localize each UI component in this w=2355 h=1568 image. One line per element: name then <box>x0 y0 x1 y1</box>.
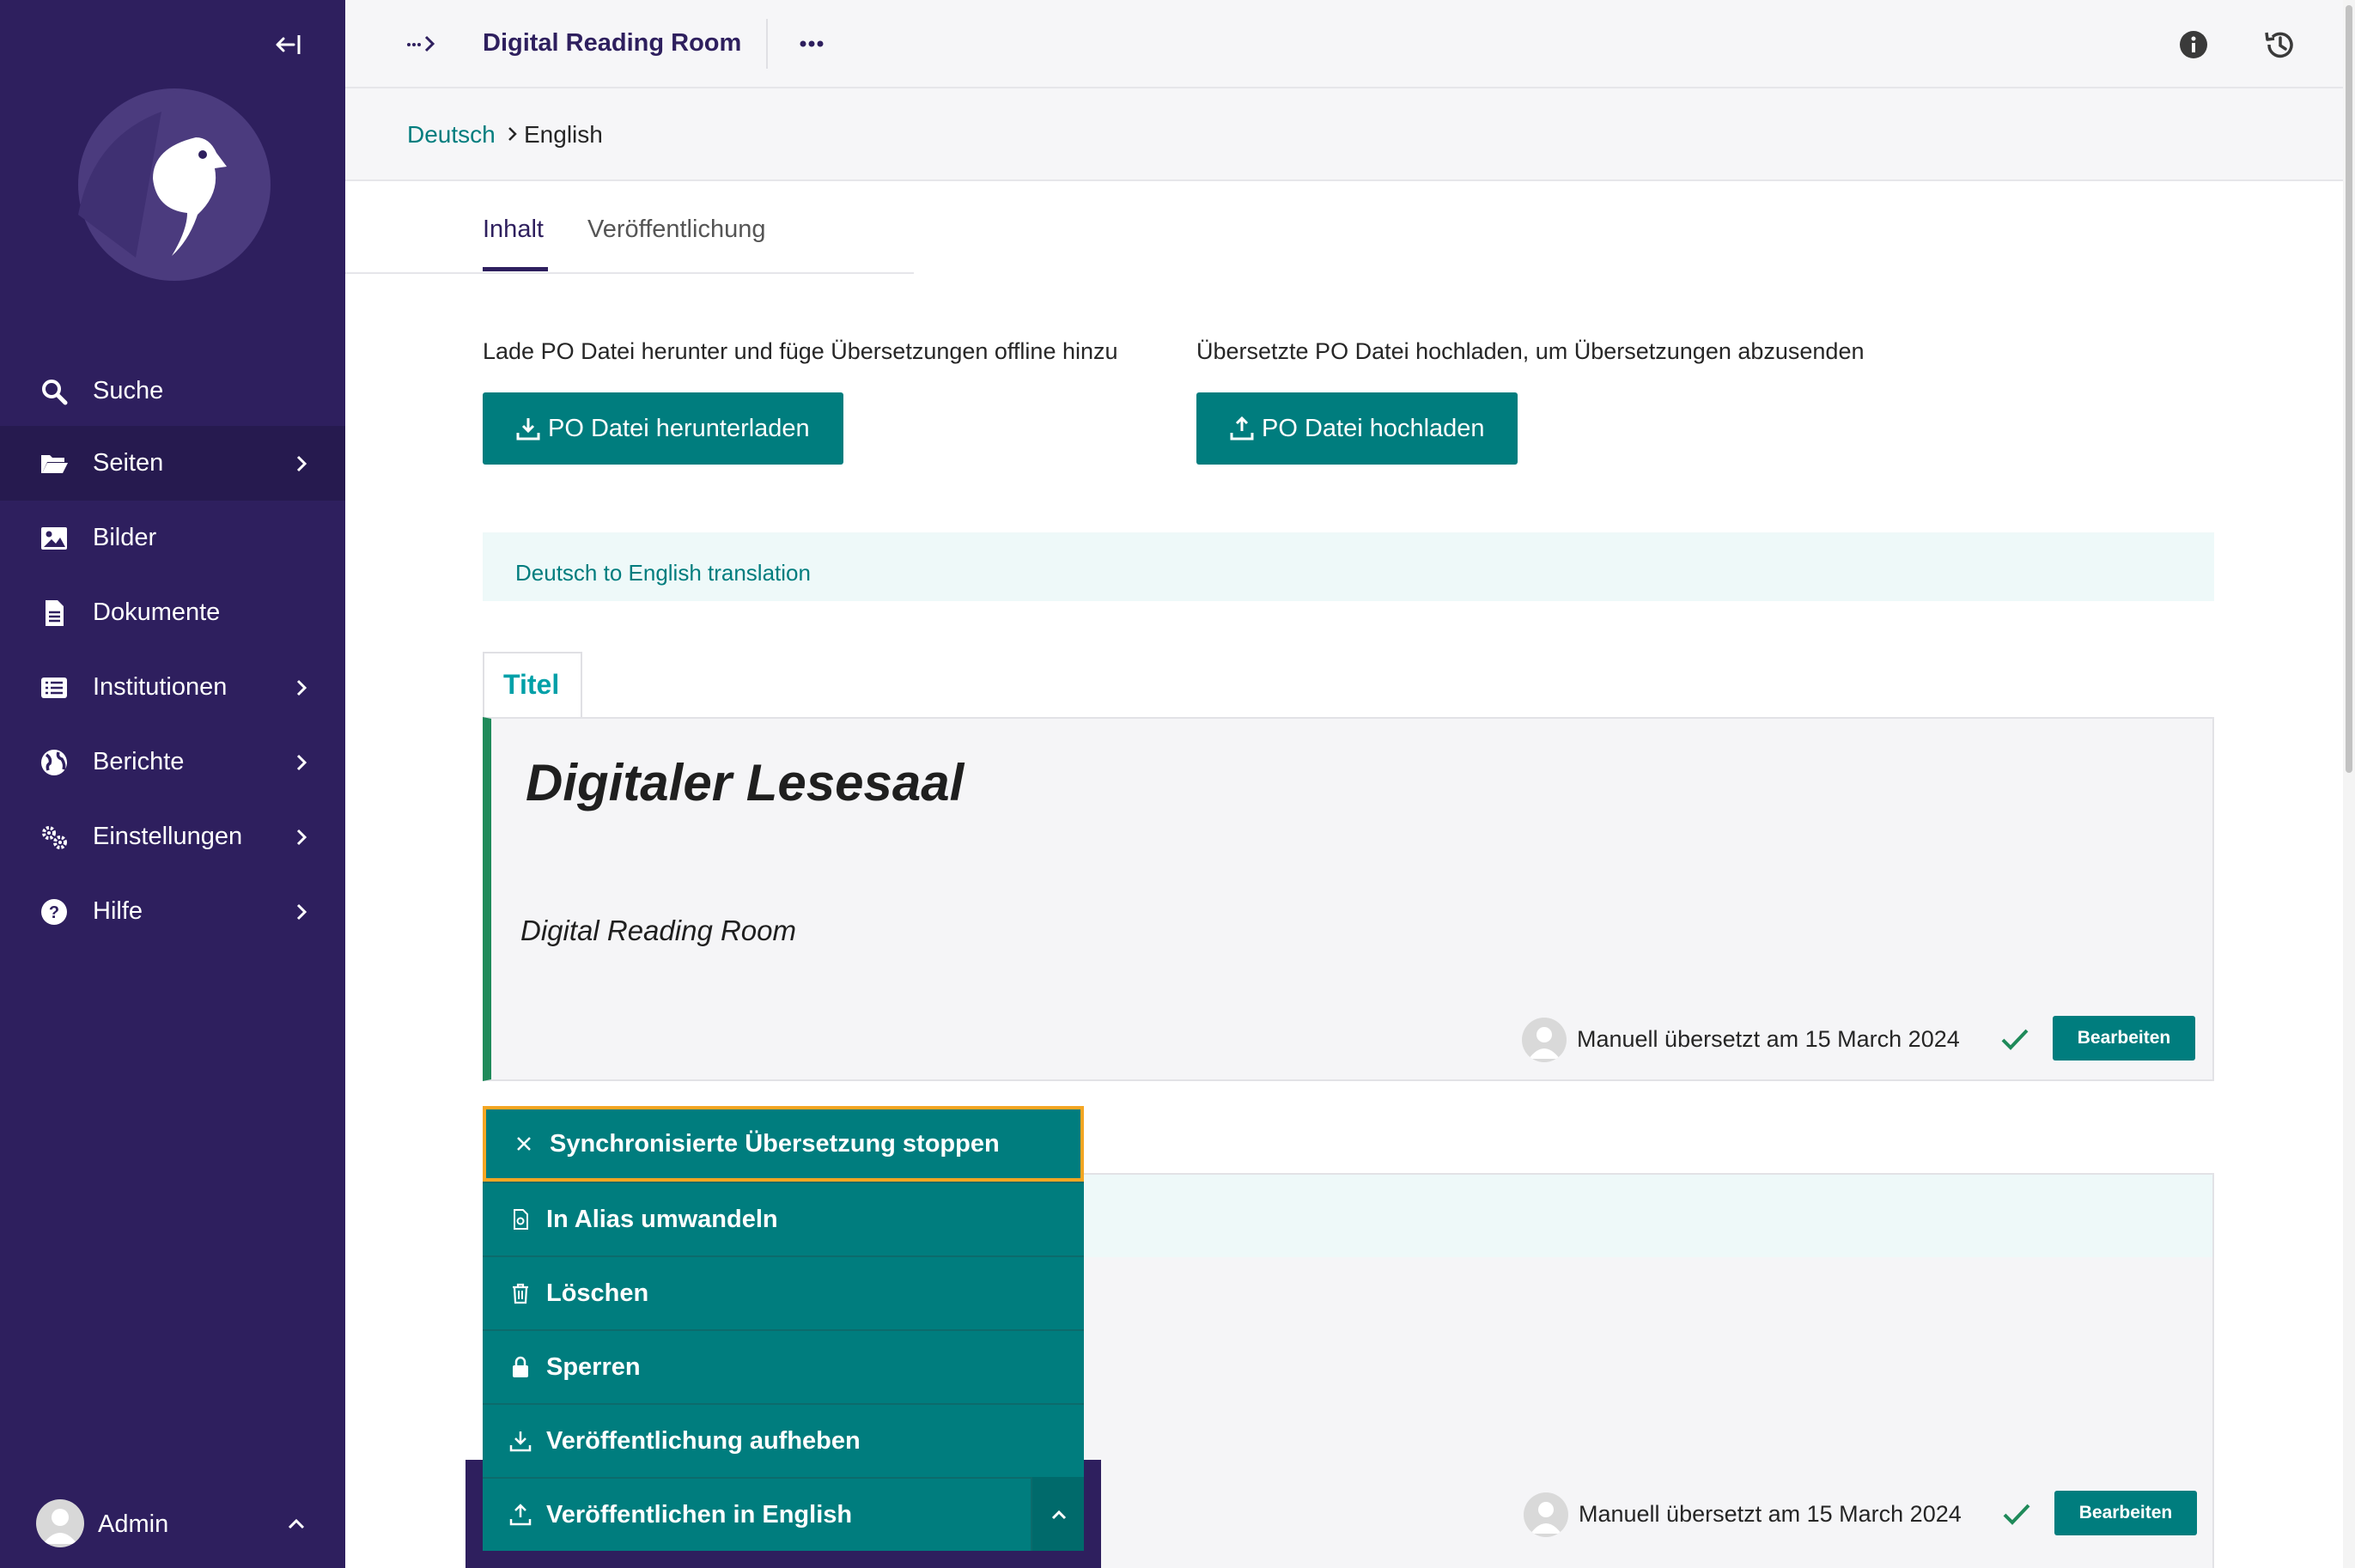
translation-meta: Manuell übersetzt am 15 March 2024 Bearb… <box>1524 1491 2202 1539</box>
po-download-label: PO Datei herunterladen <box>548 414 810 442</box>
translation-banner: Deutsch to English translation <box>483 532 2214 601</box>
tab-bar: Inhalt Veröffentlichung <box>345 181 914 274</box>
header-divider <box>766 19 768 69</box>
block-tab-label: Titel <box>503 669 560 700</box>
scrollbar-thumb[interactable] <box>2346 5 2352 773</box>
document-icon <box>46 599 64 626</box>
sidebar-item-images[interactable]: Bilder <box>0 501 345 575</box>
po-download-text: Lade PO Datei herunter und füge Übersetz… <box>483 338 1118 364</box>
chevron-right-icon <box>296 829 307 845</box>
svg-text:?: ? <box>49 903 59 922</box>
translation-status-text: Manuell übersetzt am 15 March 2024 <box>1579 1501 1962 1527</box>
unpublish-menu-item[interactable]: Veröffentlichung aufheben <box>483 1403 1084 1477</box>
menu-item-label: In Alias umwandeln <box>546 1205 778 1233</box>
help-icon: ? <box>41 898 67 925</box>
translated-text: Digital Reading Room <box>520 915 796 946</box>
translation-block-title: Digitaler Lesesaal Digital Reading Room … <box>483 717 2214 1081</box>
chevron-up-icon <box>288 1518 305 1529</box>
close-icon <box>517 1137 531 1151</box>
locale-breadcrumb: Deutsch English <box>345 88 2355 181</box>
active-tab-indicator <box>483 267 548 271</box>
page-title[interactable]: Digital Reading Room <box>483 29 741 58</box>
download-icon <box>516 418 540 441</box>
stop-sync-menu-item[interactable]: Synchronisierte Übersetzung stoppen <box>483 1106 1084 1182</box>
check-icon <box>2003 1504 2030 1525</box>
menu-item-label: Veröffentlichung aufheben <box>546 1426 861 1455</box>
block-tab-title[interactable]: Titel <box>483 652 582 719</box>
more-actions-icon[interactable] <box>795 29 828 58</box>
menu-item-label: Synchronisierte Übersetzung stoppen <box>550 1129 1000 1158</box>
sidebar-item-label: Seiten <box>93 449 164 477</box>
download-icon <box>509 1431 532 1452</box>
sidebar-item-label: Dokumente <box>93 599 221 626</box>
account-name: Admin <box>98 1510 169 1538</box>
wagtail-logo[interactable] <box>76 86 273 283</box>
menu-item-label: Löschen <box>546 1279 649 1307</box>
chevron-right-icon <box>296 679 307 696</box>
sidebar-item-label: Bilder <box>93 524 157 551</box>
target-locale: English <box>524 121 603 148</box>
search-icon <box>42 379 68 404</box>
history-icon[interactable] <box>2262 27 2297 62</box>
avatar <box>1522 1018 1567 1062</box>
sidebar: Suche Seiten Bilder Dokumente Institutio… <box>0 0 345 1568</box>
actions-dropdown: Synchronisierte Übersetzung stoppen In A… <box>483 1106 1084 1551</box>
avatar <box>36 1499 84 1547</box>
publish-button[interactable]: Veröffentlichen in English <box>483 1477 1084 1551</box>
sidebar-item-help[interactable]: ? Hilfe <box>0 874 345 949</box>
tab-content[interactable]: Inhalt <box>483 216 544 244</box>
chevron-right-icon <box>296 903 307 920</box>
edit-button[interactable]: Bearbeiten <box>2054 1491 2197 1535</box>
page-header: Digital Reading Room <box>345 0 2355 88</box>
source-text: Digitaler Lesesaal <box>526 754 965 811</box>
convert-alias-menu-item[interactable]: In Alias umwandeln <box>483 1182 1084 1255</box>
sidebar-item-institutions[interactable]: Institutionen <box>0 650 345 725</box>
sidebar-item-label: Hilfe <box>93 897 143 925</box>
sidebar-item-label: Institutionen <box>93 673 228 701</box>
chevron-up-icon <box>1051 1510 1067 1520</box>
menu-item-label: Sperren <box>546 1352 641 1381</box>
upload-icon <box>1230 416 1254 441</box>
po-upload-text: Übersetzte PO Datei hochladen, um Überse… <box>1196 338 1865 364</box>
info-icon[interactable] <box>2178 29 2209 60</box>
sidebar-item-reports[interactable]: Berichte <box>0 725 345 799</box>
tab-publishing[interactable]: Veröffentlichung <box>587 216 765 244</box>
translation-meta: Manuell übersetzt am 15 March 2024 Bearb… <box>1522 1016 2200 1064</box>
sidebar-item-search[interactable]: Suche <box>0 354 345 428</box>
edit-button[interactable]: Bearbeiten <box>2053 1016 2195 1061</box>
lock-icon <box>513 1356 528 1377</box>
po-upload-label: PO Datei hochladen <box>1262 414 1485 442</box>
delete-menu-item[interactable]: Löschen <box>483 1255 1084 1329</box>
source-locale-link[interactable]: Deutsch <box>407 121 496 149</box>
po-upload-button[interactable]: PO Datei hochladen <box>1196 392 1518 465</box>
alias-icon <box>514 1209 528 1230</box>
list-icon <box>41 677 67 698</box>
upload-icon <box>509 1504 532 1526</box>
trash-icon <box>513 1283 528 1304</box>
translation-status-text: Manuell übersetzt am 15 March 2024 <box>1577 1026 1960 1052</box>
sidebar-item-documents[interactable]: Dokumente <box>0 575 345 650</box>
translation-banner-text: Deutsch to English translation <box>515 560 811 586</box>
globe-icon <box>41 749 67 775</box>
image-icon <box>41 526 67 550</box>
po-download-button[interactable]: PO Datei herunterladen <box>483 392 843 465</box>
check-icon <box>2001 1029 2029 1050</box>
avatar <box>1524 1492 1568 1537</box>
lock-menu-item[interactable]: Sperren <box>483 1329 1084 1403</box>
folder-open-icon <box>41 454 68 473</box>
breadcrumb-expand-icon[interactable] <box>405 31 440 57</box>
menu-item-label: Veröffentlichen in English <box>546 1500 853 1528</box>
sidebar-item-label: Einstellungen <box>93 823 243 850</box>
sidebar-item-pages[interactable]: Seiten <box>0 426 345 501</box>
cogs-icon <box>42 825 67 849</box>
chevron-right-icon <box>296 754 307 770</box>
sidebar-item-label: Suche <box>93 377 164 404</box>
sidebar-item-label: Berichte <box>93 748 185 775</box>
chevron-right-icon <box>508 127 517 141</box>
sidebar-item-settings[interactable]: Einstellungen <box>0 799 345 874</box>
menu-toggle-button[interactable] <box>1031 1477 1084 1551</box>
collapse-sidebar-icon[interactable] <box>273 29 304 60</box>
chevron-right-icon <box>296 455 307 471</box>
account-menu[interactable]: Admin <box>0 1487 345 1556</box>
